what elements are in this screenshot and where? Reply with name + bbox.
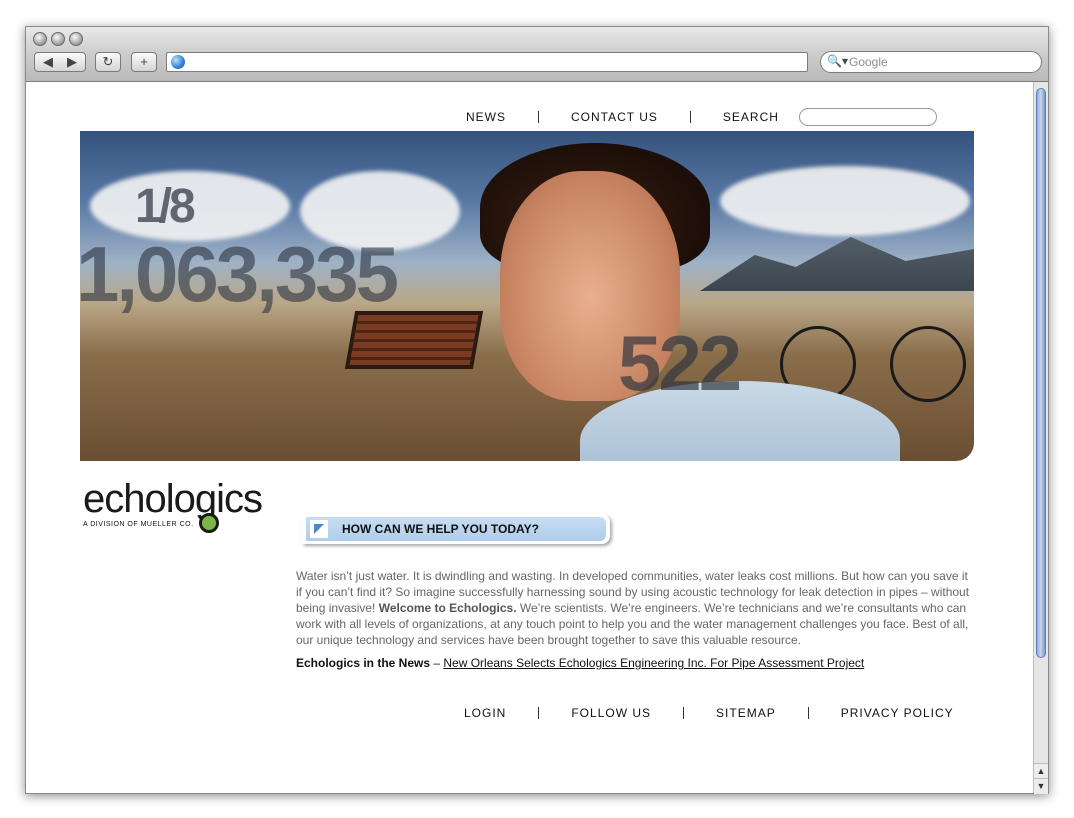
web-page: NEWS CONTACT US SEARCH 1/8 1,063,335 522 [26,82,1034,793]
water-drop-icon [199,513,219,533]
globe-icon [171,55,185,69]
footer-follow-link[interactable]: FOLLOW US [571,706,651,720]
search-placeholder: Google [849,55,888,69]
bicycle-wheel [890,326,966,402]
address-bar[interactable] [166,52,808,72]
news-label: Echologics in the News [296,656,431,670]
browser-toolbar: ◀ ▶ ↻ + 🔍▾ Google [26,27,1048,82]
arrow-icon [310,520,328,538]
news-dash: – [430,656,444,670]
news-article-link[interactable]: New Orleans Selects Echologics Engineeri… [443,656,864,670]
nav-contact-link[interactable]: CONTACT US [571,110,658,124]
back-forward-group: ◀ ▶ [34,52,86,72]
footer-login-link[interactable]: LOGIN [464,706,506,720]
logo-tagline: A DIVISION OF MUELLER CO. [83,521,194,528]
browser-window: ◀▶ ↻ + 🔍▾ Google NEWS CONTACT US SEARCH [25,26,1049,794]
footer-privacy-link[interactable]: PRIVACY POLICY [841,706,954,720]
logo-wordmark: echologics [83,477,263,521]
hero-stat-fraction: 1/8 [135,180,196,233]
top-navigation: NEWS CONTACT US SEARCH [466,108,937,126]
nav-divider [689,111,691,123]
footer-divider [538,707,540,719]
hero-stat-522: 522 [618,319,742,407]
echologics-logo[interactable]: echologics A DIVISION OF MUELLER CO. [83,479,283,539]
back-arrow-icon[interactable]: ◀ [36,53,60,71]
plus-icon: + [140,54,148,69]
add-bookmark-button[interactable]: + [131,52,157,72]
scroll-down-arrow-icon[interactable]: ▼ [1034,778,1048,794]
hero-banner: 1/8 1,063,335 522 [80,131,974,461]
close-window-button[interactable] [33,32,47,46]
bicycle [780,291,970,402]
search-icon[interactable]: 🔍▾ [827,54,848,68]
minimize-window-button[interactable] [51,32,65,46]
scroll-up-arrow-icon[interactable]: ▲ [1034,763,1048,779]
scrollbar-thumb[interactable] [1036,88,1046,658]
hero-stat-large: 1,063,335 [80,230,399,318]
park-bench [344,311,484,369]
footer-divider [683,707,685,719]
intro-paragraph: Water isn’t just water. It is dwindling … [296,568,972,648]
nav-divider [538,111,539,123]
footer-divider [807,707,809,719]
zoom-window-button[interactable] [69,32,83,46]
mountains [700,237,974,291]
help-banner-fill: HOW CAN WE HELP YOU TODAY? [306,517,606,541]
cloud [720,166,970,236]
footer-navigation: LOGIN FOLLOW US SITEMAP PRIVACY POLICY [464,706,954,720]
help-banner[interactable]: HOW CAN WE HELP YOU TODAY? [302,514,610,544]
intro-welcome: Welcome to Echologics. [378,601,517,615]
vertical-scrollbar[interactable]: ▲ ▼ [1033,82,1048,794]
reload-button[interactable]: ↻ [95,52,121,72]
news-line: Echologics in the News – New Orleans Sel… [296,656,864,670]
nav-news-link[interactable]: NEWS [466,110,506,124]
footer-sitemap-link[interactable]: SITEMAP [716,706,776,720]
site-search-input[interactable] [798,108,937,126]
browser-search-field[interactable]: 🔍▾ Google [820,51,1042,73]
forward-arrow-icon[interactable]: ▶ [60,53,84,71]
reload-icon: ↻ [102,54,114,69]
help-banner-text: HOW CAN WE HELP YOU TODAY? [342,522,539,536]
nav-search-label: SEARCH [722,110,779,124]
